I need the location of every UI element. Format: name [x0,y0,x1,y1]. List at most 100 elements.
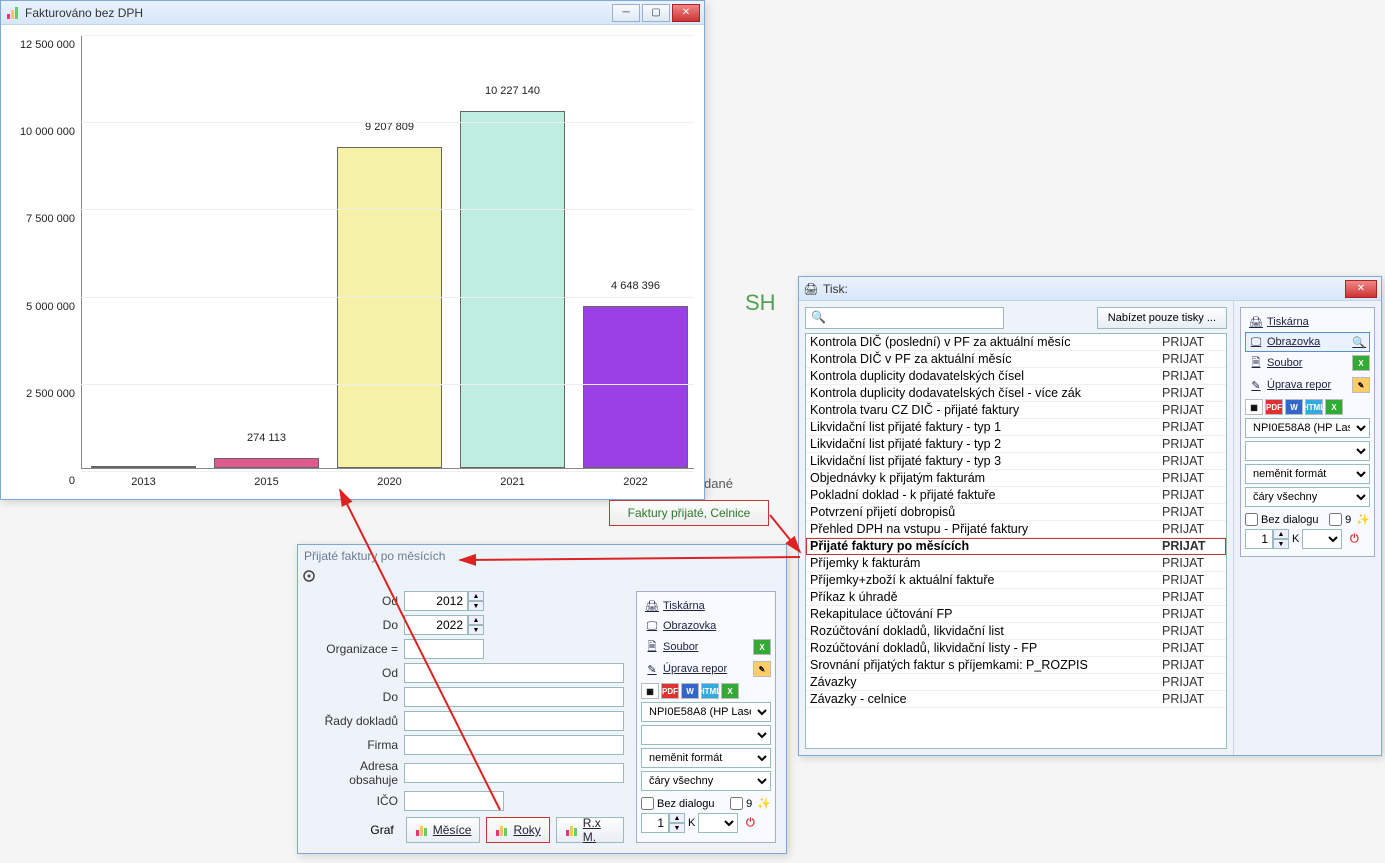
do-down[interactable]: ▼ [468,625,484,635]
copies-up[interactable]: ▲ [669,813,685,823]
od2-input[interactable] [404,663,624,683]
od-down[interactable]: ▼ [468,601,484,611]
od-up[interactable]: ▲ [468,591,484,601]
nine-check[interactable] [1329,513,1342,526]
list-item[interactable]: ZávazkyPRIJAT [806,674,1226,691]
pdf-icon[interactable]: PDF [661,683,679,699]
printer-select[interactable]: NPI0E58A8 (HP Lase [1245,418,1370,438]
bez-dialogu-check[interactable] [641,797,654,810]
search-input[interactable] [805,307,1004,329]
list-item[interactable]: Příkaz k úhraděPRIJAT [806,589,1226,606]
list-item[interactable]: Kontrola DIČ v PF za aktuální měsícPRIJA… [806,351,1226,368]
list-item[interactable]: Kontrola duplicity dodavatelských čísel … [806,385,1226,402]
rxm-button[interactable]: R.x M. [556,817,624,843]
faktury-prijate-button[interactable]: Faktury přijaté, Celnice [609,500,769,526]
list-item[interactable]: Potvrzení přijetí dobropisůPRIJAT [806,504,1226,521]
org-input[interactable] [404,639,484,659]
list-item[interactable]: Likvidační list přijaté faktury - typ 1P… [806,419,1226,436]
tray-select[interactable] [1245,441,1370,461]
obrazovka-option[interactable]: 🖵Obrazovka🔍 [1245,332,1370,352]
bez-dialogu-check[interactable] [1245,513,1258,526]
list-item-cat: PRIJAT [1162,471,1222,485]
ico-input[interactable] [404,791,504,811]
list-item[interactable]: Srovnání přijatých faktur s příjemkami: … [806,657,1226,674]
excel-icon[interactable]: X [721,683,739,699]
grid-icon[interactable]: ▦ [641,683,659,699]
tiskarna-option[interactable]: 🖨Tiskárna [1245,312,1370,332]
html-icon[interactable]: HTML [701,683,719,699]
copies-down[interactable]: ▼ [669,823,685,833]
nine-check[interactable] [730,797,743,810]
adresa-input[interactable] [404,763,624,783]
mesice-button[interactable]: Měsíce [406,817,481,843]
list-item[interactable]: Kontrola tvaru CZ DIČ - přijaté fakturyP… [806,402,1226,419]
list-item-cat: PRIJAT [1162,692,1222,706]
tisk-titlebar[interactable]: 🖨 Tisk: ✕ [799,277,1381,301]
list-item-cat: PRIJAT [1162,488,1222,502]
cary-select[interactable]: čáry všechny [641,771,771,791]
do-up[interactable]: ▲ [468,615,484,625]
find-icon[interactable]: 🔍 [1352,336,1366,349]
list-item[interactable]: Kontrola DIČ (poslední) v PF za aktuální… [806,334,1226,351]
wand-icon[interactable]: ✨ [757,797,771,810]
report-icon[interactable]: ✎ [1352,377,1370,393]
list-item[interactable]: Závazky - celnicePRIJAT [806,691,1226,708]
tisk-list[interactable]: Kontrola DIČ (poslední) v PF za aktuální… [805,333,1227,749]
uprava-option[interactable]: ✎Úprava repor [641,659,751,679]
list-item[interactable]: Likvidační list přijaté faktury - typ 3P… [806,453,1226,470]
chart-titlebar[interactable]: Fakturováno bez DPH ─ ▢ ✕ [1,1,704,25]
rady-input[interactable] [404,711,624,731]
list-item[interactable]: Rozúčtování dokladů, likvidační listy - … [806,640,1226,657]
minimize-button[interactable]: ─ [612,4,640,22]
k-label: K [1292,533,1299,545]
od-input[interactable] [404,591,468,611]
roky-button[interactable]: Roky [486,817,549,843]
html-icon[interactable]: HTML [1305,399,1323,415]
k-select[interactable] [1302,529,1342,549]
list-item[interactable]: Příjemky k fakturámPRIJAT [806,555,1226,572]
excel-icon[interactable]: X [753,639,771,655]
word-icon[interactable]: W [681,683,699,699]
obrazovka-option[interactable]: 🖵Obrazovka [641,616,771,636]
list-item[interactable]: Rekapitulace účtování FPPRIJAT [806,606,1226,623]
cary-select[interactable]: čáry všechny [1245,487,1370,507]
word-icon[interactable]: W [1285,399,1303,415]
uprava-option[interactable]: ✎Úprava repor [1245,375,1350,395]
report-icon[interactable]: ✎ [753,661,771,677]
k-select[interactable] [698,813,738,833]
tiskarna-option[interactable]: 🖨Tiskárna [641,596,771,616]
printer-select[interactable]: NPI0E58A8 (HP Lase [641,702,771,722]
excel-icon[interactable]: X [1352,355,1370,371]
format-select[interactable]: neměnit formát [1245,464,1370,484]
close-button[interactable]: ✕ [672,4,700,22]
grid-icon[interactable]: ▦ [1245,399,1263,415]
list-item[interactable]: Rozúčtování dokladů, likvidační listPRIJ… [806,623,1226,640]
format-select[interactable]: neměnit formát [641,748,771,768]
copies-input[interactable] [1245,529,1273,549]
list-item[interactable]: Objednávky k přijatým fakturámPRIJAT [806,470,1226,487]
gear-icon[interactable] [302,569,316,583]
soubor-option[interactable]: 🗎Soubor [641,637,751,657]
firma-input[interactable] [404,735,624,755]
do-input[interactable] [404,615,468,635]
nabidka-button[interactable]: Nabízet pouze tisky ... [1097,307,1227,329]
list-item[interactable]: Příjemky+zboží k aktuální faktuřePRIJAT [806,572,1226,589]
copies-input[interactable] [641,813,669,833]
list-item[interactable]: Přijaté faktury po měsícíchPRIJAT [806,538,1226,555]
wand-icon[interactable]: ✨ [1356,513,1370,526]
list-item[interactable]: Pokladní doklad - k přijaté faktuřePRIJA… [806,487,1226,504]
tray-select[interactable] [641,725,771,745]
copies-down[interactable]: ▼ [1273,539,1289,549]
excel-icon[interactable]: X [1325,399,1343,415]
power-button[interactable]: ⏻ [741,814,759,832]
pdf-icon[interactable]: PDF [1265,399,1283,415]
close-button[interactable]: ✕ [1345,280,1377,298]
soubor-option[interactable]: 🗎Soubor [1245,353,1350,373]
list-item[interactable]: Likvidační list přijaté faktury - typ 2P… [806,436,1226,453]
maximize-button[interactable]: ▢ [642,4,670,22]
list-item[interactable]: Kontrola duplicity dodavatelských číselP… [806,368,1226,385]
power-button[interactable]: ⏻ [1345,530,1363,548]
do2-input[interactable] [404,687,624,707]
list-item[interactable]: Přehled DPH na vstupu - Přijaté fakturyP… [806,521,1226,538]
copies-up[interactable]: ▲ [1273,529,1289,539]
